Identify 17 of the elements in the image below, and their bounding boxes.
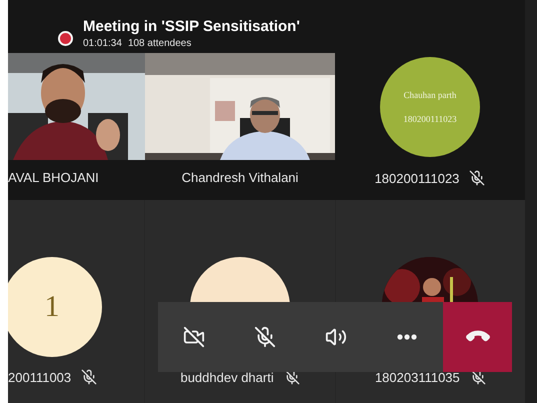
avatar-text: Chauhan parth bbox=[404, 90, 456, 100]
speaker-icon bbox=[324, 326, 346, 348]
more-icon bbox=[396, 334, 416, 340]
participant-name: AVAL BHOJANI bbox=[8, 170, 99, 185]
avatar-text: 180200111023 bbox=[403, 114, 457, 124]
attendee-count: 108 attendees bbox=[128, 38, 192, 49]
participant-name: buddhdev dharti bbox=[180, 370, 274, 384]
meeting-title: Meeting in 'SSIP Sensitisation' bbox=[83, 18, 300, 35]
camera-off-icon bbox=[182, 326, 204, 348]
participant-name: 200111003 bbox=[8, 370, 72, 384]
participant-name: 180200111023 bbox=[374, 170, 460, 186]
mic-off-icon bbox=[254, 326, 276, 348]
hang-up-button[interactable] bbox=[443, 302, 512, 372]
meeting-duration: 01:01:34 bbox=[83, 38, 122, 49]
avatar-text: 1 bbox=[44, 290, 60, 324]
participant-name: 180203111035 bbox=[374, 370, 460, 384]
participant-name: Chandresh Vithalani bbox=[182, 170, 298, 185]
